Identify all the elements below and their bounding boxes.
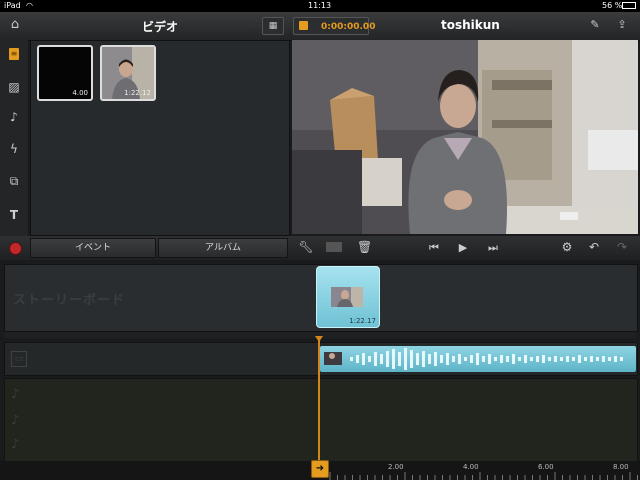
titles-template-icon[interactable]: ⧉ — [7, 174, 21, 188]
event-button[interactable]: イベント — [30, 238, 156, 258]
skip-forward-icon[interactable]: ⏭︎ — [484, 241, 502, 255]
redo-icon[interactable]: ↷ — [614, 240, 630, 254]
play-icon[interactable]: ▶ — [456, 241, 470, 255]
playhead-handle[interactable]: ➜ — [311, 460, 329, 478]
audio-waveform — [324, 348, 623, 370]
album-button[interactable]: アルバム — [158, 238, 288, 258]
clip-duration: 4.00 — [72, 89, 88, 97]
browser-title: ビデオ — [142, 20, 179, 34]
storyboard-label: ストーリーボード — [13, 293, 126, 308]
settings-gear-icon[interactable]: ⚙ — [558, 240, 576, 254]
storyboard-clip-thumbnail — [331, 287, 363, 307]
ruler-tick-label: 8.00 — [613, 463, 629, 471]
browser-control-bar: イベント アルバム 🔧︎ 🗑︎ ⏮︎ ▶ ⏭︎ ⚙ ↶ ↷ — [0, 236, 640, 260]
clip-thumbnail-black[interactable]: 4.00 — [37, 45, 93, 101]
video-library-icon[interactable]: ≡ — [9, 48, 19, 60]
ruler-tick-label: 6.00 — [538, 463, 554, 471]
share-icon[interactable]: ⇪ — [614, 18, 630, 32]
music-note-icon: ♪ — [11, 387, 20, 402]
battery-level: 56 % — [602, 1, 623, 10]
media-browser: 4.00 1:22.12 — [30, 40, 290, 236]
playhead-line — [318, 336, 320, 460]
clock: 11:13 — [308, 1, 332, 10]
audio-tracks[interactable]: ♪ ♪ ♪ — [4, 378, 638, 462]
music-note-icon: ♪ — [11, 437, 20, 452]
preview-frame-image — [292, 40, 638, 234]
storyboard-clip-duration: 1:22.17 — [349, 317, 376, 325]
clip-duration: 1:22.12 — [124, 89, 151, 97]
ruler-tick-label: 2.00 — [388, 463, 404, 471]
grid-view-icon[interactable]: ▦ — [262, 17, 284, 35]
photo-library-icon[interactable]: ▨ — [7, 80, 21, 94]
text-title-icon[interactable]: T — [7, 208, 21, 222]
ruler-tick-label: 4.00 — [463, 463, 479, 471]
timecode-display: 0:00:00.00 — [293, 17, 375, 35]
video-clip-waveform[interactable] — [320, 346, 636, 372]
video-preview — [292, 40, 638, 234]
media-sidebar: ≡ ▨ ♪ ϟ ⧉ T — [0, 40, 28, 236]
music-library-icon[interactable]: ♪ — [7, 110, 21, 124]
playhead-marker — [315, 336, 323, 342]
home-icon[interactable]: ⌂ — [7, 18, 23, 32]
clip-thumbnail-person[interactable]: 1:22.12 — [100, 45, 156, 101]
device-name: iPad — [4, 1, 21, 10]
effects-icon[interactable]: ϟ — [7, 142, 21, 156]
timecode-icon — [299, 21, 308, 30]
wifi-icon: ◠ — [26, 1, 33, 10]
skip-back-icon[interactable]: ⏮︎ — [425, 241, 443, 255]
clip-tool-icon[interactable] — [326, 242, 342, 252]
film-icon: ▭ — [11, 351, 27, 367]
status-bar: iPad ◠ 11:13 56 % — [0, 0, 640, 12]
project-title: toshikun — [441, 18, 500, 32]
edit-icon[interactable]: ✎ — [588, 18, 602, 32]
trash-icon[interactable]: 🗑︎ — [357, 240, 372, 254]
record-button[interactable] — [9, 242, 22, 255]
music-note-icon: ♪ — [11, 413, 20, 428]
top-toolbar: ⌂ ビデオ ▦ 0:00:00.00 toshikun ✎ ⇪ — [0, 12, 640, 41]
undo-icon[interactable]: ↶ — [586, 240, 602, 254]
wrench-icon[interactable]: 🔧︎ — [298, 240, 314, 254]
battery-icon — [622, 2, 636, 9]
storyboard-clip[interactable]: 1:22.17 — [316, 266, 380, 328]
timecode-value: 0:00:00.00 — [321, 22, 376, 32]
